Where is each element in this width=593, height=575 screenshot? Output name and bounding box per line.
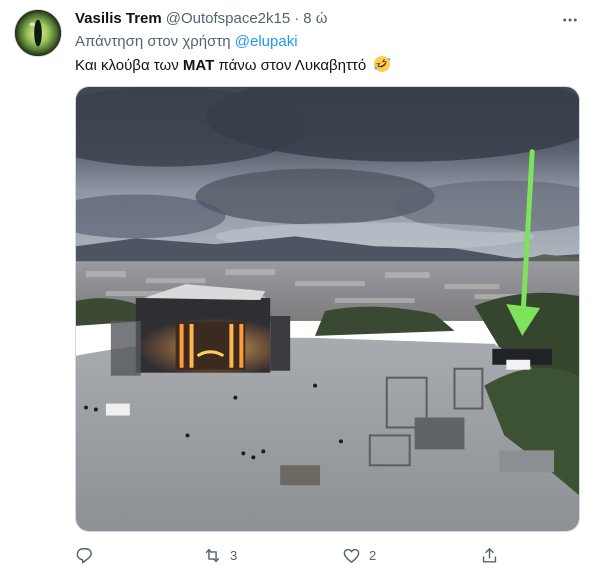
author-handle[interactable]: @Outofspace2k15 xyxy=(166,10,290,27)
retweet-button[interactable]: 3 xyxy=(203,541,237,569)
author-name[interactable]: Vasilis Trem xyxy=(75,10,162,27)
reply-context: Απάντηση στον χρήστη @elupaki xyxy=(75,33,298,50)
tweet-text-start: Και κλούβα των xyxy=(75,57,179,74)
like-count: 2 xyxy=(369,547,377,563)
reply-mention-link[interactable]: @elupaki xyxy=(235,33,298,50)
tweet: Vasilis Trem @Outofspace2k15 · 8 ώ Απάντ… xyxy=(0,0,593,575)
tweet-timestamp[interactable]: 8 ώ xyxy=(303,10,327,27)
more-options-button[interactable] xyxy=(558,8,582,32)
tweet-actions: 3 2 xyxy=(75,541,505,569)
more-dots-icon xyxy=(563,18,577,22)
retweet-icon xyxy=(205,548,220,562)
avatar-cat-eye-image xyxy=(15,10,61,56)
avatar[interactable] xyxy=(14,9,62,57)
tweet-text: Και κλούβα των MAT πάνω στον Λυκαβηττό xyxy=(75,55,391,74)
rolling-on-floor-laughing-emoji xyxy=(374,56,391,72)
tweet-photo[interactable] xyxy=(75,86,580,532)
reply-prefix: Απάντηση στον χρήστη xyxy=(75,33,231,50)
tweet-text-end: πάνω στον Λυκαβηττό xyxy=(218,57,367,74)
share-button[interactable] xyxy=(480,541,499,569)
retweet-count: 3 xyxy=(230,547,238,563)
share-icon xyxy=(482,547,497,563)
reply-button[interactable] xyxy=(75,541,102,569)
reply-icon xyxy=(76,547,92,563)
tweet-text-bold: MAT xyxy=(182,57,215,74)
tweet-header: Vasilis Trem @Outofspace2k15 · 8 ώ xyxy=(75,10,327,30)
photo-lycabettus-concert-stage xyxy=(76,87,579,531)
heart-icon xyxy=(343,548,360,563)
like-button[interactable]: 2 xyxy=(342,541,376,569)
separator-dot: · xyxy=(294,10,300,27)
